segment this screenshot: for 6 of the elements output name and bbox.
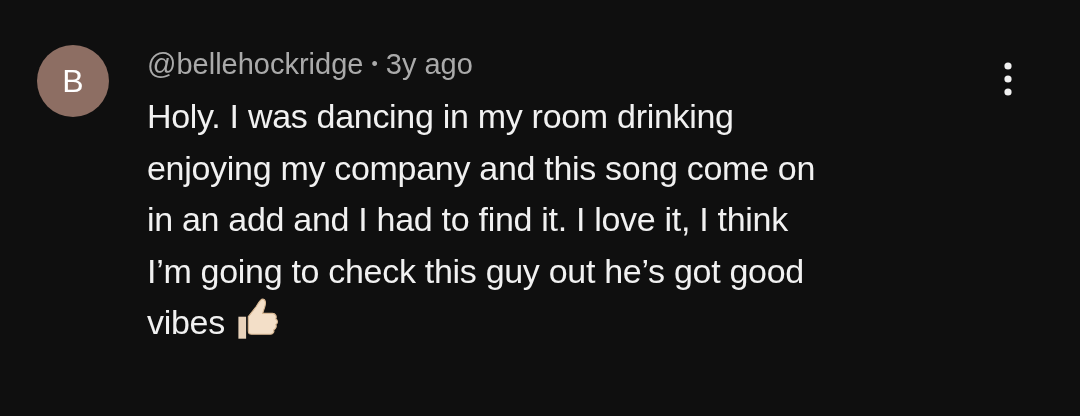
more-options-icon[interactable] <box>1003 62 1013 96</box>
author-name[interactable]: @bellehockridge <box>147 47 364 81</box>
comment-text: Holy. I was dancing in my room drinking enjoying my company and this song come on in an add and I had to find it. I love it, I think I’m going to check this guy out he’s got good vibes <box>147 96 816 344</box>
avatar[interactable]: B <box>37 45 109 117</box>
timestamp: 3y ago <box>385 47 473 81</box>
separator: • <box>371 53 378 75</box>
